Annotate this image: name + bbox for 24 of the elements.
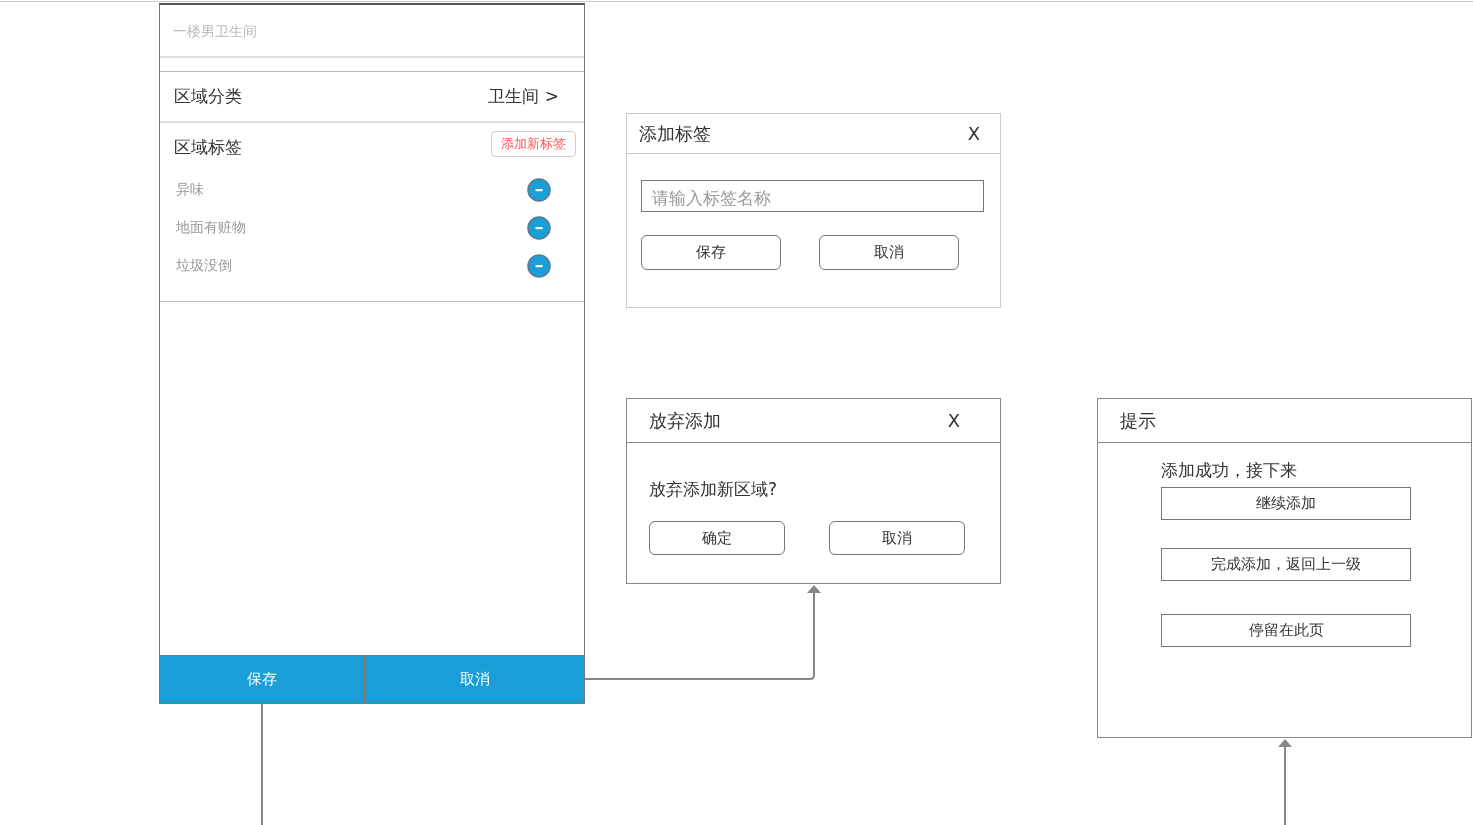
tag-name: 地面有赃物 (175, 219, 246, 237)
tag-name: 垃圾没倒 (175, 257, 232, 275)
tags-label: 区域标签 (174, 135, 242, 159)
dialog-title: 放弃添加 (649, 408, 721, 433)
close-button[interactable]: X (967, 123, 980, 144)
category-label: 区域分类 (174, 85, 242, 108)
option-button[interactable]: 完成添加，返回上一级 (1161, 548, 1411, 581)
remove-icon[interactable] (527, 254, 551, 278)
remove-icon[interactable] (527, 178, 551, 202)
option-button[interactable]: 继续添加 (1161, 487, 1411, 520)
dialog-button[interactable]: 确定 (649, 521, 785, 555)
dialog-message: 放弃添加新区域? (649, 478, 779, 501)
dialog-title: 添加标签 (639, 121, 711, 146)
remove-icon[interactable] (527, 216, 551, 240)
tag-name: 异味 (175, 181, 204, 199)
category-value[interactable]: 卫生间 > (488, 85, 559, 108)
dialog-title: 提示 (1120, 408, 1156, 433)
dialog-button[interactable]: 取消 (819, 235, 959, 270)
option-button[interactable]: 停留在此页 (1161, 614, 1411, 647)
close-button[interactable]: X (947, 410, 960, 431)
dialog-button[interactable]: 保存 (641, 235, 781, 270)
dialog-message: 添加成功，接下来 (1161, 459, 1297, 482)
dialog-button[interactable]: 取消 (829, 521, 965, 555)
tag-name-field[interactable]: 请输入标签名称 (641, 180, 984, 212)
